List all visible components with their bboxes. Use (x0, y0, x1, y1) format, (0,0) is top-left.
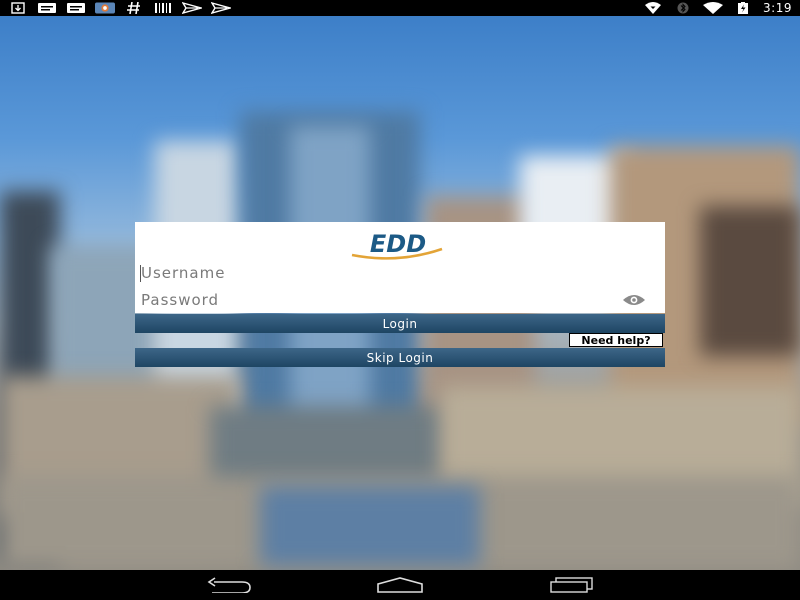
app-icon (95, 2, 115, 14)
need-help-link[interactable]: Need help? (569, 333, 663, 347)
navigation-bar (0, 570, 800, 600)
wifi-icon (703, 2, 724, 14)
password-input[interactable] (141, 289, 641, 311)
battery-charging-icon (733, 2, 753, 14)
clock: 3:19 (763, 1, 792, 15)
signal-icon (643, 2, 663, 14)
recents-icon (550, 577, 593, 593)
recents-button[interactable] (547, 576, 597, 594)
svg-text:EDD: EDD (370, 230, 426, 258)
send-icon (182, 2, 202, 14)
send-icon (211, 2, 231, 14)
hash-icon (124, 2, 144, 14)
notification-icons (8, 0, 231, 16)
barcode-icon (153, 2, 173, 14)
login-button[interactable]: Login (135, 314, 665, 333)
system-icons: 3:19 (643, 0, 792, 16)
message-icon (37, 2, 57, 14)
login-card: EDD (135, 222, 665, 313)
bluetooth-icon (673, 2, 693, 14)
message-icon (66, 2, 86, 14)
text-cursor (140, 265, 141, 282)
edd-logo: EDD (351, 230, 443, 260)
status-bar: 3:19 (0, 0, 800, 16)
home-button[interactable] (375, 576, 425, 594)
back-button[interactable] (204, 576, 254, 594)
username-input[interactable] (141, 262, 641, 284)
skip-login-button[interactable]: Skip Login (135, 348, 665, 367)
download-icon (8, 2, 28, 14)
eye-icon[interactable] (622, 293, 646, 307)
back-icon (207, 577, 251, 593)
home-icon (377, 577, 423, 593)
